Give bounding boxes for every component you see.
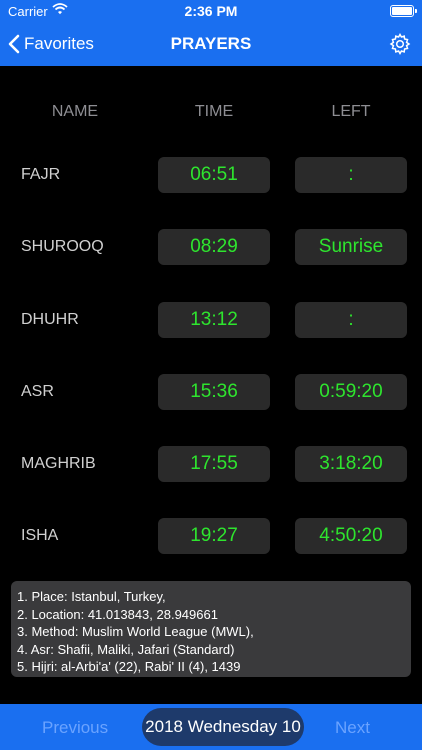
battery-icon [390,5,417,17]
prayer-time-cell: 17:55 [158,446,270,482]
back-button-label: Favorites [24,34,94,53]
prayer-time-cell: 06:51 [158,157,270,193]
prayer-row-fajr: FAJR 06:51 : [0,157,422,193]
prayer-name: ASR [21,383,54,400]
status-time: 2:36 PM [184,3,238,19]
prayer-time-cell: 08:29 [158,229,270,265]
gear-icon[interactable] [388,32,412,56]
prayer-name: SHUROOQ [21,238,104,255]
prayer-row-shurooq: SHUROOQ 08:29 Sunrise [0,229,422,265]
time-left-cell: : [295,302,407,338]
date-selector-button[interactable]: 2018 Wednesday 10 [142,708,304,746]
prayer-time-cell: 15:36 [158,374,270,410]
column-header-name: NAME [51,103,99,120]
time-left-cell: 4:50:20 [295,518,407,554]
column-header-time: TIME [194,103,234,120]
previous-button[interactable]: Previous [42,718,108,738]
time-left-cell: 0:59:20 [295,374,407,410]
chevron-left-icon [8,34,20,54]
info-line-method: 3. Method: Muslim World League (MWL), [17,624,254,639]
prayer-time-cell: 19:27 [158,518,270,554]
prayer-name: ISHA [21,527,59,544]
info-line-asr: 4. Asr: Shafii, Maliki, Jafari (Standard… [17,641,235,657]
prayer-row-dhuhr: DHUHR 13:12 : [0,302,422,338]
prayer-name: MAGHRIB [21,455,96,472]
prayer-name: DHUHR [21,311,79,328]
time-left-cell: 3:18:20 [295,446,407,482]
info-line-place: 1. Place: Istanbul, Turkey, [17,589,166,604]
prayer-name: FAJR [21,166,61,183]
bottom-bar: Previous 2018 Wednesday 10 Next [0,704,422,750]
prayer-row-asr: ASR 15:36 0:59:20 [0,374,422,410]
status-bar: Carrier 2:36 PM [0,0,422,22]
prayer-row-maghrib: MAGHRIB 17:55 3:18:20 [0,446,422,482]
time-left-cell: : [295,157,407,193]
prayer-row-isha: ISHA 19:27 4:50:20 [0,518,422,554]
back-button[interactable]: Favorites [8,22,94,66]
prayer-time-cell: 13:12 [158,302,270,338]
navigation-bar: Favorites PRAYERS [0,22,422,66]
column-header-left: LEFT [331,103,371,120]
column-headers: NAME TIME LEFT [0,100,422,124]
time-left-cell: Sunrise [295,229,407,265]
info-panel: 1. Place: Istanbul, Turkey, 2. Location:… [11,581,411,677]
info-line-hijri: 5. Hijri: al-Arbi'a' (22), Rabi' II (4),… [17,659,241,674]
info-line-location: 2. Location: 41.013843, 28.949661 [17,606,218,622]
next-button[interactable]: Next [335,718,370,738]
